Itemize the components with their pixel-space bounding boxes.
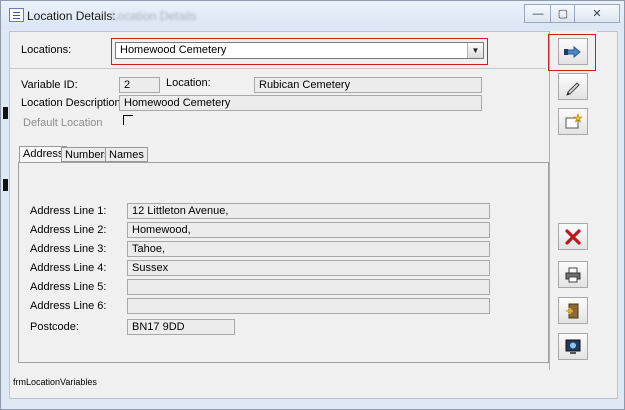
form-icon — [9, 8, 24, 22]
maximize-button[interactable]: ▢ — [550, 4, 576, 23]
address-line-5-label: Address Line 5: — [30, 281, 107, 293]
address-line-6-field[interactable] — [127, 298, 490, 314]
postcode-label: Postcode: — [30, 321, 79, 333]
exit-icon — [566, 303, 579, 318]
go-to-record-button[interactable] — [558, 38, 588, 65]
locations-label: Locations: — [21, 44, 72, 56]
address-line-6-label: Address Line 6: — [30, 300, 107, 312]
header-divider — [10, 68, 546, 69]
delete-button[interactable] — [558, 223, 588, 250]
default-location-label: Default Location — [23, 117, 103, 129]
address-line-2-field[interactable]: Homewood, — [127, 222, 490, 238]
chevron-down-icon: ▼ — [471, 46, 480, 55]
print-button[interactable] — [558, 261, 588, 288]
variable-id-field[interactable]: 2 — [119, 77, 160, 93]
preview-button[interactable] — [558, 333, 588, 360]
minimize-icon: — — [532, 7, 544, 20]
default-location-checkbox[interactable] — [123, 115, 133, 125]
title-bar: Location Details: Location Details — ▢ ✕ — [1, 1, 624, 29]
edit-record-icon — [566, 81, 580, 96]
address-line-1-label: Address Line 1: — [30, 205, 107, 217]
preview-icon — [565, 339, 581, 354]
delete-icon — [565, 228, 581, 245]
record-selector-mark — [3, 107, 8, 119]
form-name-label: frmLocationVariables — [13, 377, 97, 387]
window-title: Location Details: — [27, 9, 116, 23]
location-description-label: Location Description: — [21, 97, 124, 109]
address-line-4-field[interactable]: Sussex — [127, 260, 490, 276]
exit-button[interactable] — [558, 297, 588, 324]
locations-combobox[interactable]: Homewood Cemetery ▼ — [115, 42, 484, 59]
address-line-3-field[interactable]: Tahoe, — [127, 241, 490, 257]
tab-names[interactable]: Names — [105, 147, 148, 162]
location-description-field[interactable]: Homewood Cemetery — [119, 95, 482, 111]
address-line-2-label: Address Line 2: — [30, 224, 107, 236]
close-icon: ✕ — [592, 8, 602, 20]
dropdown-button[interactable]: ▼ — [467, 43, 483, 58]
postcode-field[interactable]: BN17 9DD — [127, 319, 235, 335]
variable-id-label: Variable ID: — [21, 79, 78, 91]
new-record-icon — [565, 112, 582, 128]
address-line-5-field[interactable] — [127, 279, 490, 295]
minimize-button[interactable]: — — [524, 4, 552, 23]
edit-record-button[interactable] — [558, 73, 588, 100]
location-field[interactable]: Rubican Cemetery — [254, 77, 482, 93]
address-line-4-label: Address Line 4: — [30, 262, 107, 274]
go-to-record-icon — [564, 45, 581, 58]
address-line-1-field[interactable]: 12 Littleton Avenue, — [127, 203, 490, 219]
new-record-button[interactable] — [558, 108, 588, 135]
close-button[interactable]: ✕ — [574, 4, 620, 23]
access-form-window: Location Details: Location Details — ▢ ✕… — [0, 0, 625, 410]
record-selector-mark — [3, 179, 8, 191]
locations-value: Homewood Cemetery — [120, 44, 227, 56]
address-line-3-label: Address Line 3: — [30, 243, 107, 255]
location-label: Location: — [166, 77, 211, 89]
print-icon — [565, 267, 581, 282]
window-title-obscured: Location Details — [111, 9, 197, 23]
maximize-icon: ▢ — [557, 8, 569, 20]
